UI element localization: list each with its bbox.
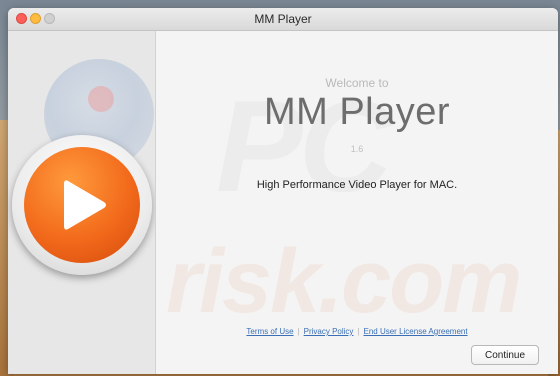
window-title: MM Player: [254, 12, 312, 26]
play-icon: [64, 180, 106, 230]
link-separator: |: [297, 327, 300, 336]
sidebar-background-dot: [88, 86, 114, 112]
privacy-policy-link[interactable]: Privacy Policy: [304, 327, 354, 336]
tagline-text: High Performance Video Player for MAC.: [256, 179, 458, 191]
sidebar-panel: [8, 31, 156, 374]
title-bar[interactable]: MM Player: [8, 8, 558, 31]
version-label: 1.6: [350, 144, 364, 154]
app-logo: [12, 135, 152, 275]
eula-link[interactable]: End User License Agreement: [364, 327, 468, 336]
app-name-title: MM Player: [263, 91, 451, 133]
link-separator: |: [357, 327, 360, 336]
continue-button[interactable]: Continue: [471, 345, 539, 365]
watermark-bottom: risk.com: [166, 232, 522, 332]
legal-links: Terms of Use | Privacy Policy | End User Lic…: [156, 327, 558, 336]
installer-window: MM Player PC risk.com Welcome to MM Play…: [8, 8, 558, 374]
welcome-content: PC risk.com Welcome to MM Player 1.6 Hig…: [156, 31, 558, 374]
terms-of-use-link[interactable]: Terms of Use: [246, 327, 293, 336]
welcome-heading: Welcome to: [325, 76, 389, 90]
logo-disc: [24, 147, 140, 263]
